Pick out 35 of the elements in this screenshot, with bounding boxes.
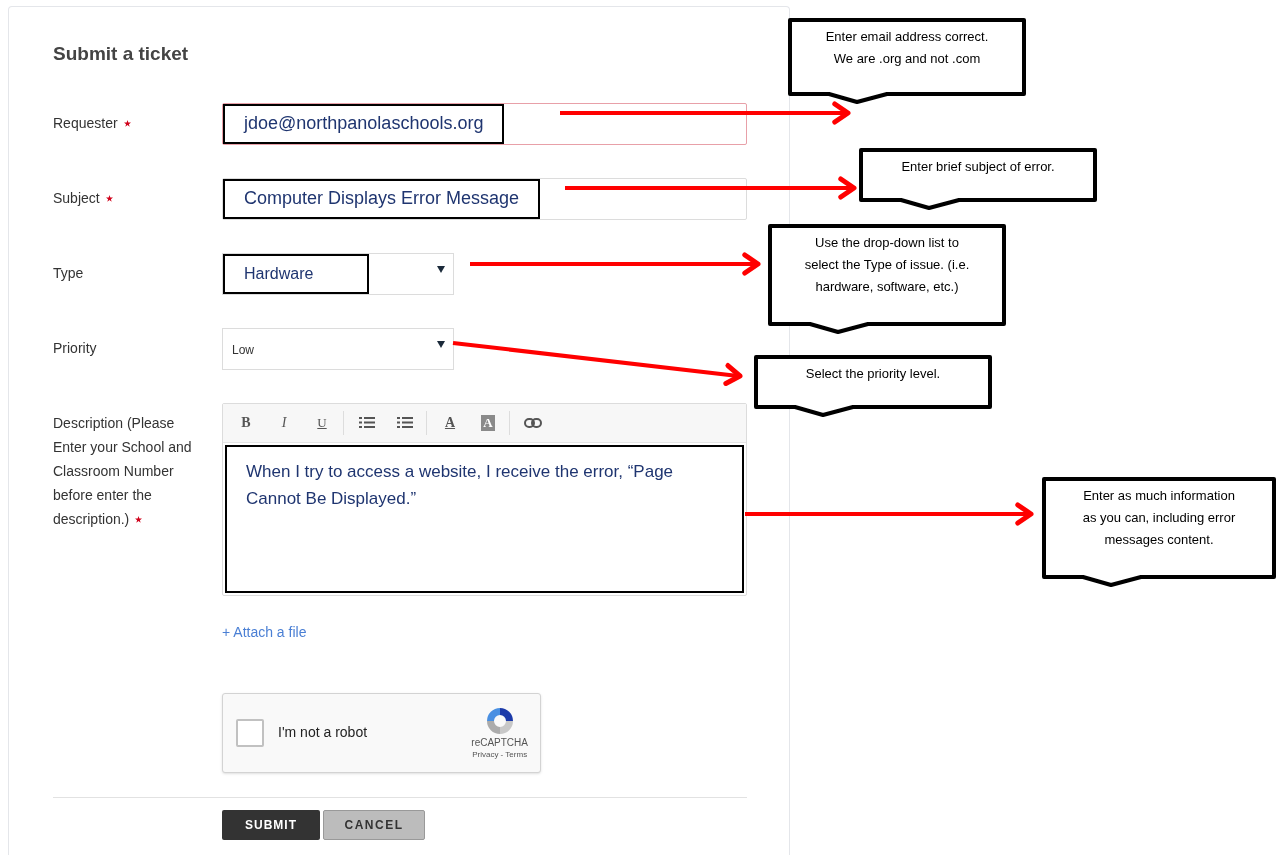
text-field[interactable]: Computer Displays Error Message bbox=[222, 177, 747, 220]
field-label: Type bbox=[53, 264, 84, 281]
field-label: Subject bbox=[53, 189, 113, 206]
field-label: Priority bbox=[53, 339, 97, 356]
cancel-button[interactable]: CANCEL bbox=[323, 809, 425, 840]
required-icon bbox=[105, 195, 113, 203]
callout: Enter email address correct. We are .org and not .com bbox=[788, 18, 1026, 104]
attach-file-link[interactable]: + Attach a file bbox=[222, 623, 307, 640]
underline-button[interactable]: U bbox=[307, 410, 337, 435]
caret-icon bbox=[437, 265, 445, 273]
list-icon bbox=[397, 417, 413, 428]
text-color-button[interactable]: A bbox=[435, 410, 465, 435]
rich-text-editor[interactable]: B I U A A When I try to access a website, I receive the error, “Page Cannot Be Displayed.” bbox=[222, 402, 747, 596]
callout: Enter as much information as you can, including error messages content. bbox=[1042, 477, 1276, 587]
link-icon bbox=[524, 417, 542, 428]
italic-button[interactable]: I bbox=[269, 410, 299, 435]
callout: Enter brief subject of error. bbox=[859, 148, 1097, 210]
submit-button[interactable]: SUBMIT bbox=[222, 809, 320, 840]
select-field[interactable]: Hardware bbox=[222, 252, 454, 295]
field-label: Requester bbox=[53, 114, 131, 131]
captcha-checkbox[interactable] bbox=[236, 718, 264, 747]
required-icon bbox=[135, 516, 143, 524]
captcha-brand: reCAPTCHA bbox=[471, 737, 528, 749]
callout: Select the priority level. bbox=[754, 355, 992, 417]
captcha-links[interactable]: Privacy - Terms bbox=[472, 749, 528, 760]
form-title: Submit a ticket bbox=[53, 42, 190, 66]
text-field[interactable]: jdoe@northpanolaschools.org bbox=[222, 102, 747, 145]
required-icon bbox=[123, 120, 131, 128]
captcha-label: I'm not a robot bbox=[278, 723, 368, 742]
select-field[interactable]: Low bbox=[222, 327, 454, 370]
callout: Use the drop-down list to select the Type of issue. (i.e. hardware, software, etc.) bbox=[768, 224, 1006, 334]
field-label: Description (Please Enter your School and Classroom Number before enter the description.) bbox=[53, 414, 192, 527]
list-icon bbox=[359, 417, 375, 428]
caret-icon bbox=[437, 340, 445, 348]
bold-button[interactable]: B bbox=[231, 410, 261, 435]
